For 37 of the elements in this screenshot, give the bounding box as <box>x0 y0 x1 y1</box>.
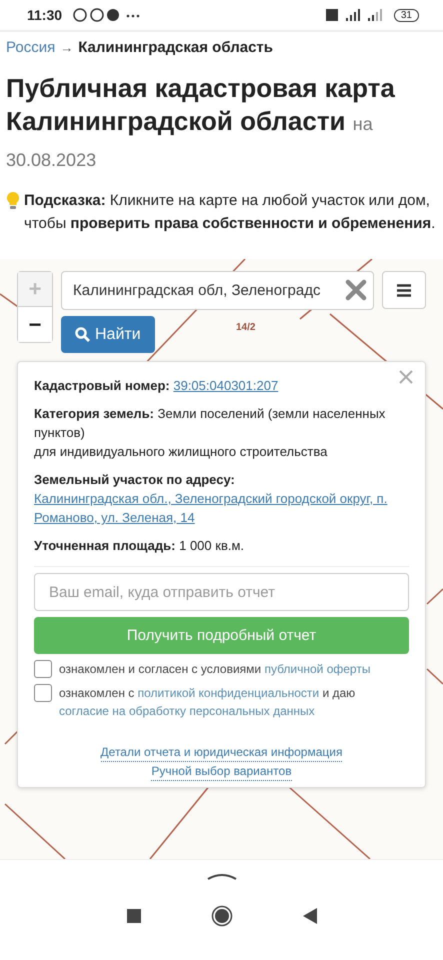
find-button[interactable]: Найти <box>61 316 155 353</box>
consent-text: ознакомлен с политикой конфиденциальности и даю согласие на обработку персональных данных <box>59 685 356 720</box>
consent-checkbox[interactable] <box>34 684 52 702</box>
menu-button[interactable] <box>382 271 426 309</box>
consent-checkbox[interactable] <box>34 660 52 678</box>
breadcrumb-link[interactable]: Россия <box>6 38 56 56</box>
close-icon[interactable] <box>345 279 367 301</box>
close-icon <box>399 370 413 384</box>
footer-link[interactable]: Ручной выбор вариантов <box>151 763 292 781</box>
parcel-field: Уточненная площадь: 1 000 кв.м. <box>34 536 409 555</box>
consent-link[interactable]: согласие на обработку персональных данных <box>59 704 315 718</box>
status-time: 11:30 <box>27 7 62 23</box>
back-icon[interactable] <box>302 908 316 924</box>
parcel-field: Земельный участок по адресу: Калининградская обл., Зеленоградский городской округ, п. Романово, ул. Зеленая, 14 <box>34 470 409 527</box>
parcel-number: 14/2 <box>236 322 256 333</box>
search-icon <box>75 327 90 342</box>
breadcrumb-separator: → <box>60 40 74 54</box>
consent-text: ознакомлен и согласен с условиями публичной оферты <box>59 661 370 678</box>
consent-link[interactable]: политикой конфиденциальности <box>138 686 320 700</box>
square-icon[interactable] <box>126 909 140 923</box>
battery-level: 31 <box>394 8 419 22</box>
page-title: Публичная кадастровая карта Калининградской области на 30.08.2023 <box>6 72 396 172</box>
lightbulb-icon <box>6 191 20 211</box>
hint-text: Подсказка: Кликните на карте на любой участок или дом, чтобы проверить права собственности и обременения. <box>24 191 436 234</box>
home-icon[interactable] <box>210 905 232 927</box>
search-field[interactable]: Калининградская обл, Зеленоградс <box>61 271 374 310</box>
consent-link[interactable]: публичной оферты <box>264 662 370 676</box>
email-field[interactable]: Ваш email, куда отправить отчет <box>34 573 409 611</box>
footer-link[interactable]: Детали отчета и юридическая информация <box>100 744 342 762</box>
parcel-field: Кадастровый номер: 39:05:040301:207 <box>34 376 409 395</box>
breadcrumb-current: Калининградская область <box>78 38 273 56</box>
parcel-field: Категория земель: Земли поселений (земли населенных пунктов) для индивидуального жилищного строительства <box>34 404 409 461</box>
field-link[interactable]: 39:05:040301:207 <box>173 378 278 393</box>
status-icons-drawing <box>72 7 142 23</box>
menu-icon <box>397 284 411 296</box>
field-link[interactable]: Калининградская обл., Зеленоградский городской округ, п. Романово, ул. Зеленая, 14 <box>34 489 409 527</box>
report-button[interactable]: Получить подробный отчет <box>34 617 409 654</box>
